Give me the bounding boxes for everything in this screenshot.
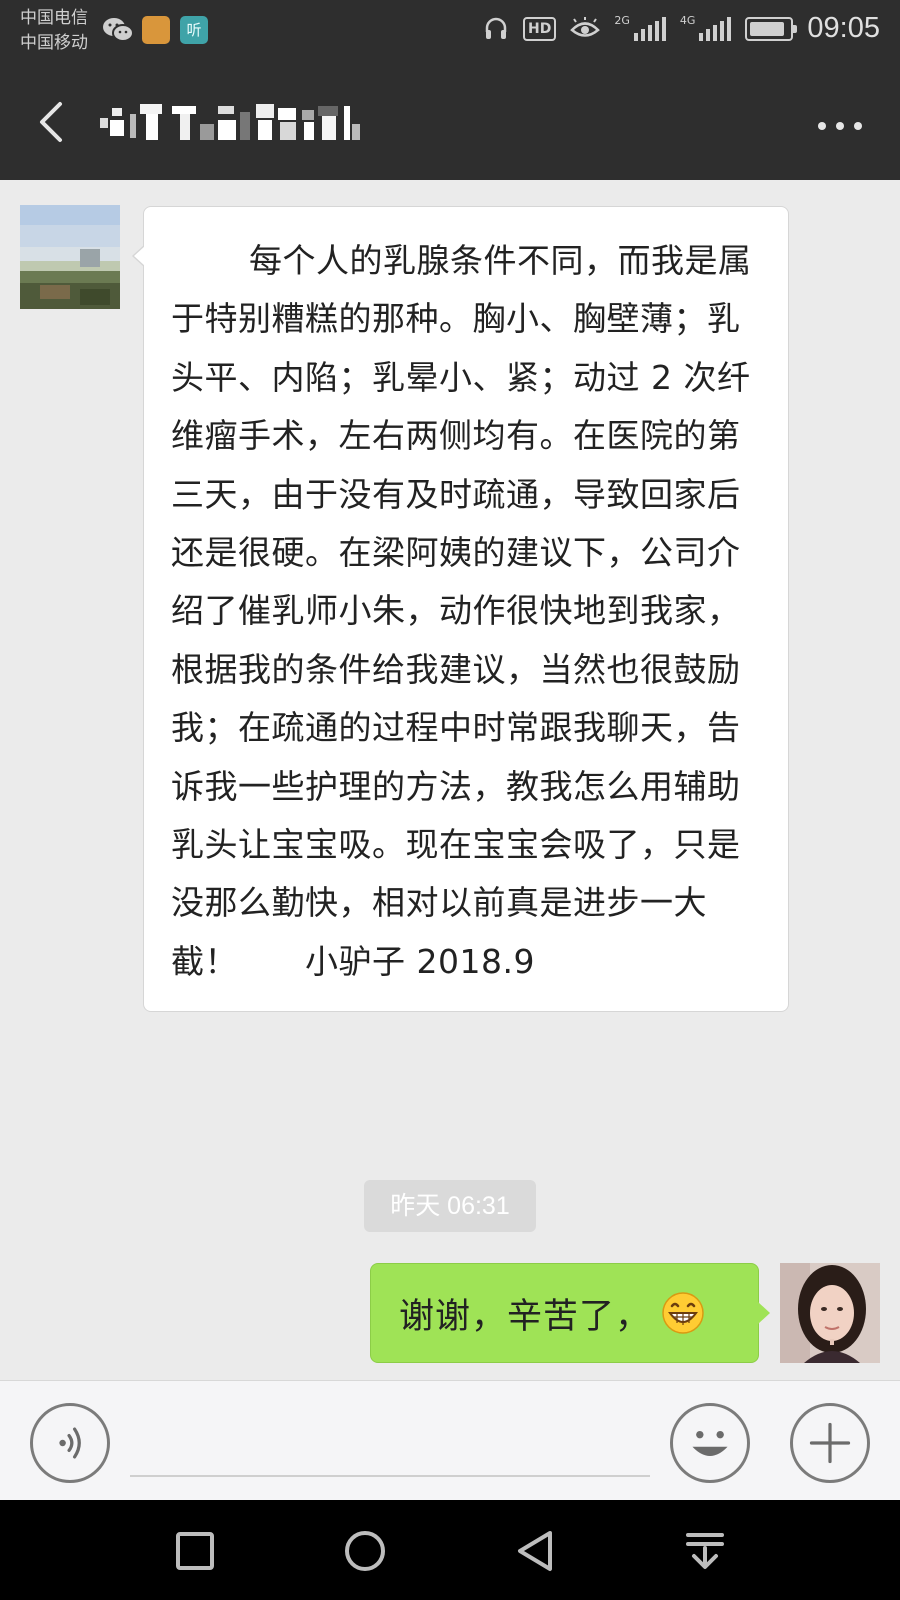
clock: 09:05 — [807, 12, 880, 44]
net-2g-label: 2G — [614, 14, 630, 27]
more-options-button[interactable] — [802, 114, 862, 138]
wechat-icon — [103, 18, 134, 42]
chat-header — [0, 62, 900, 180]
voice-input-icon[interactable] — [30, 1403, 110, 1483]
back-triangle-icon[interactable] — [510, 1526, 560, 1576]
status-bar: 中国电信 中国移动 听 HD 2G 4G 09:05 — [0, 0, 900, 62]
chat-input-bar — [0, 1380, 900, 1500]
battery-icon — [745, 16, 798, 41]
sent-message-text: 谢谢，辛苦了， — [399, 1296, 652, 1337]
message-timestamp: 昨天 06:31 — [364, 1180, 536, 1232]
message-input[interactable] — [130, 1411, 650, 1477]
more-dot — [818, 122, 826, 130]
app-notification-icon — [142, 16, 170, 44]
carrier-2: 中国移动 — [20, 33, 88, 53]
received-message-text: 每个人的乳腺条件不同，而我是属于特别糟糕的那种。胸小、胸壁薄；乳头平、内陷；乳晕… — [171, 241, 752, 981]
net-4g-label: 4G — [679, 14, 696, 27]
system-navigation-bar — [0, 1500, 900, 1600]
add-attachment-icon[interactable] — [790, 1403, 870, 1483]
emoji-picker-icon[interactable] — [670, 1403, 750, 1483]
blurred-contact-name — [100, 104, 360, 140]
signal-4g-icon — [699, 16, 732, 41]
grinning-emoji-icon — [662, 1292, 704, 1334]
received-message-bubble[interactable]: 每个人的乳腺条件不同，而我是属于特别糟糕的那种。胸小、胸壁薄；乳头平、内陷；乳晕… — [132, 206, 789, 1013]
headset-icon — [485, 17, 507, 39]
back-arrow-icon[interactable] — [28, 94, 78, 150]
status-right-group: HD 2G 4G 09:05 — [483, 12, 880, 45]
more-dot — [854, 122, 862, 130]
carrier-1: 中国电信 — [20, 8, 88, 28]
carrier-info: 中国电信 中国移动 — [20, 6, 88, 56]
more-dot — [836, 122, 844, 130]
notification-pulldown-icon[interactable] — [680, 1526, 730, 1576]
sent-message-bubble[interactable]: 谢谢，辛苦了， — [370, 1263, 770, 1363]
home-icon[interactable] — [340, 1526, 390, 1576]
signal-2g-icon — [633, 16, 666, 41]
hd-voice-icon: HD — [523, 16, 557, 41]
user-avatar[interactable] — [780, 1263, 880, 1363]
listen-app-icon: 听 — [180, 16, 208, 44]
eye-comfort-icon — [570, 16, 601, 37]
contact-avatar[interactable] — [20, 205, 120, 309]
recent-apps-icon[interactable] — [170, 1526, 220, 1576]
